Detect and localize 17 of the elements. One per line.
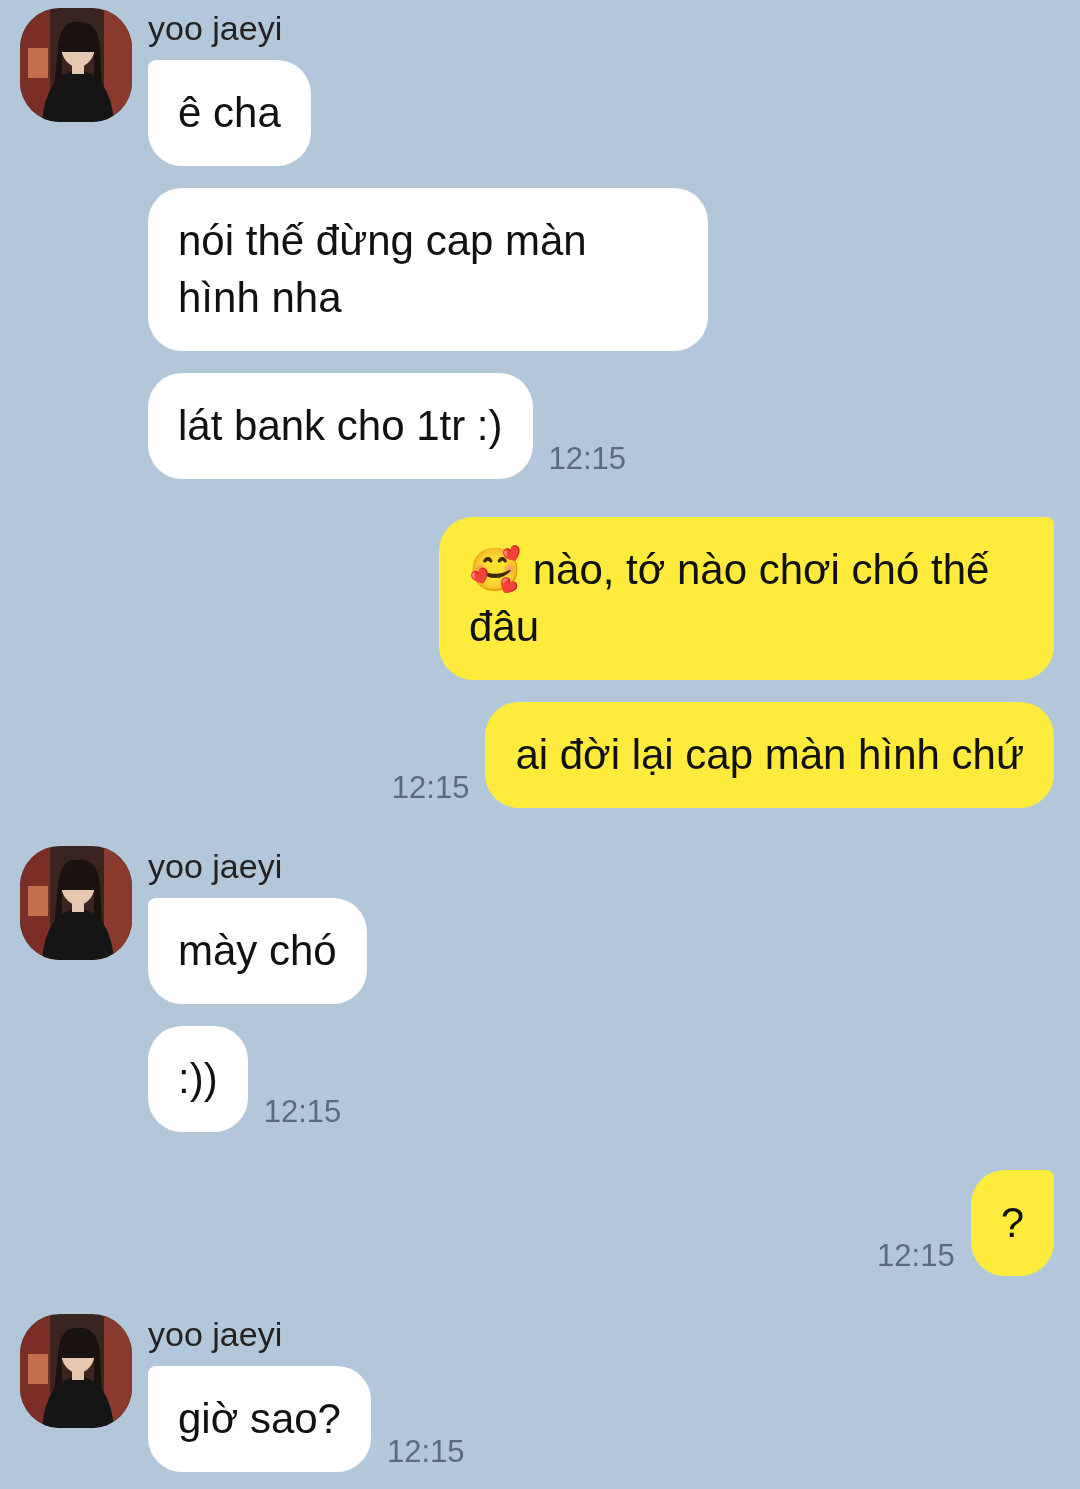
- message-time: 12:15: [263, 1094, 342, 1130]
- message-bubble: nói thế đừng cap màn hình nha: [148, 188, 708, 351]
- message-time: 12:15: [877, 1238, 955, 1274]
- message-bubble: lát bank cho 1tr :): [148, 373, 533, 479]
- message-time: 12:15: [548, 441, 627, 477]
- sender-name: yoo jaeyi: [148, 1314, 284, 1354]
- message-bubble: ê cha: [148, 60, 311, 166]
- message-time: 12:15: [391, 770, 470, 806]
- message-bubble: mày chó: [148, 898, 367, 1004]
- message-bubble: ?: [970, 1170, 1054, 1276]
- message-bubble: ai đời lại cap màn hình chứ: [485, 702, 1054, 808]
- message-bubble: :)): [148, 1026, 248, 1132]
- sender-name: yoo jaeyi: [148, 8, 284, 48]
- message-bubble: 🥰 nào, tớ nào chơi chó thế đâu: [439, 517, 1054, 680]
- message-bubble: giờ sao?: [148, 1366, 371, 1472]
- message-time: 12:15: [387, 1434, 465, 1470]
- sender-name: yoo jaeyi: [148, 846, 284, 886]
